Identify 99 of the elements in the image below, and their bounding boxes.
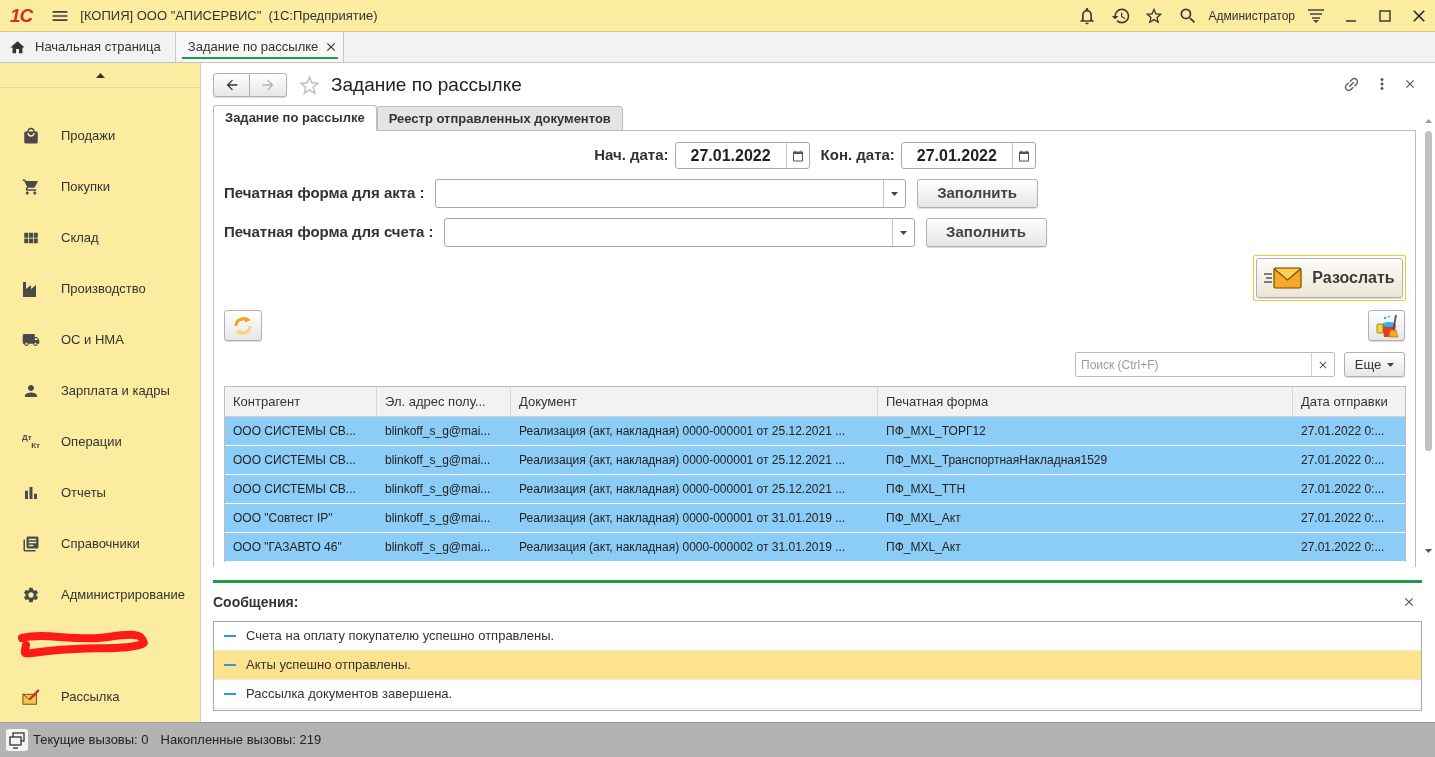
sidebar-item[interactable]: Производство [0, 263, 200, 314]
sidebar-item[interactable]: Справочники [0, 518, 200, 569]
send-button[interactable]: Разослать [1253, 255, 1406, 301]
table-cell-text: ООО "Совтест IP" [232, 510, 334, 527]
caret-icon [1387, 362, 1395, 367]
table-cell-text: 27.01.2022 0:... [1300, 539, 1386, 556]
table-cell-text: ПФ_MXL_Акт [885, 539, 962, 556]
table-cell-text: Реализация (акт, накладная) 0000-000001 от 25.12.2021 ... [518, 452, 847, 469]
caret-icon [899, 230, 907, 235]
star-icon[interactable] [297, 73, 322, 98]
calendar-icon [791, 149, 804, 162]
table-row[interactable]: ООО "ГАЗАВТО 46" blinkoff_s_g@mai... Реализация (акт, накладная) 0000-000002 от 31.01.2019 ... ПФ_MXL_Акт 27.01.2022 0:... [225, 533, 1405, 562]
field-label: Печатная форма для акта : [224, 183, 425, 204]
sidebar-item[interactable]: Дт Кт Операции [0, 416, 200, 467]
table-cell-text: Реализация (акт, накладная) 0000-000001 от 25.12.2021 ... [518, 481, 847, 498]
message-text: Акты успешно отправлены. [246, 656, 411, 675]
table-cell-text: Реализация (акт, накладная) 0000-000001 от 31.01.2019 ... [518, 510, 847, 527]
caret-up-icon[interactable] [95, 72, 105, 78]
user-name[interactable]: Администратор [1208, 6, 1295, 25]
table-cell-text: 27.01.2022 0:... [1300, 510, 1386, 527]
dash-icon [224, 635, 236, 637]
window-title: [КОПИЯ] ООО "АПИСЕРВИС" (1С:Предприятие) [80, 6, 378, 25]
sidebar-item[interactable]: ОС и НМА [0, 314, 200, 365]
envelope-icon [1264, 266, 1303, 290]
table-cell-text: Реализация (акт, накладная) 0000-000002 от 31.01.2019 ... [518, 539, 847, 556]
table-cell-text: 27.01.2022 0:... [1300, 423, 1386, 440]
field-label: Печатная форма для счета : [224, 222, 434, 243]
column-header[interactable]: Документ [511, 387, 878, 416]
messages-title: Сообщения: [213, 592, 299, 612]
close-icon[interactable] [1403, 77, 1417, 91]
fill-button[interactable]: Заполнить [916, 179, 1038, 208]
sidebar-item[interactable]: Покупки [0, 161, 200, 212]
form-tab[interactable]: Реестр отправленных документов [376, 106, 623, 131]
table-cell-text: ООО "ГАЗАВТО 46" [232, 539, 343, 556]
sidebar-item[interactable]: Отчеты [0, 467, 200, 518]
table-row[interactable]: ООО СИСТЕМЫ СВ... blinkoff_s_g@mai... Реализация (акт, накладная) 0000-000001 от 25.12.2021 ... ПФ_MXL_ТТН 27.01.2022 0:... [225, 475, 1405, 504]
dash-icon [224, 693, 236, 695]
form-tab[interactable]: Задание по рассылке [213, 105, 377, 131]
table-cell-text: 27.01.2022 0:... [1300, 481, 1386, 498]
column-header[interactable]: Эл. адрес полу... [377, 387, 511, 416]
table-cell-text: blinkoff_s_g@mai... [384, 510, 492, 527]
table-cell-text: Реализация (акт, накладная) 0000-000001 от 25.12.2021 ... [518, 423, 847, 440]
column-header[interactable]: Дата отправки [1293, 387, 1405, 416]
home-icon [9, 38, 26, 56]
debit-credit-icon: Дт Кт [22, 433, 40, 450]
field-label: Нач. дата: [594, 145, 669, 166]
close-icon[interactable] [1402, 595, 1416, 609]
open-tab[interactable]: Задание по рассылке [175, 32, 345, 62]
filter-menu-icon[interactable] [1307, 7, 1325, 24]
field-label: Кон. дата: [820, 145, 895, 166]
calendar-icon [1017, 149, 1030, 162]
documents-icon [22, 534, 40, 553]
table-cell-text: ПФ_MXL_ТранспортнаяНакладная1529 [885, 452, 1109, 469]
windows-icon[interactable] [6, 729, 28, 751]
status-text: Текущие вызовы: 0 [33, 731, 149, 750]
table-cell-text: blinkoff_s_g@mai... [384, 539, 492, 556]
cart-icon [22, 177, 40, 196]
caret-icon [890, 191, 898, 196]
message-row[interactable]: Акты успешно отправлены. [214, 651, 1421, 680]
table-cell-text: ПФ_MXL_Акт [885, 510, 962, 527]
table-row[interactable]: ООО "Совтест IP" blinkoff_s_g@mai... Реализация (акт, накладная) 0000-000001 от 31.01.2019 ... ПФ_MXL_Акт 27.01.2022 0:... [225, 504, 1405, 533]
status-text: Накопленные вызовы: 219 [160, 731, 322, 750]
arrow-right-icon [260, 77, 276, 93]
message-text: Счета на оплату покупателю успешно отправлены. [246, 627, 555, 646]
column-header[interactable]: Печатная форма [878, 387, 1293, 416]
sidebar-item[interactable]: Рассылка [0, 671, 200, 722]
table-row[interactable]: ООО СИСТЕМЫ СВ... blinkoff_s_g@mai... Реализация (акт, накладная) 0000-000001 от 25.12.2021 ... ПФ_MXL_ТранспортнаяНакладная1529 27.01.2022 0:... [225, 446, 1405, 475]
table-cell-text: ООО СИСТЕМЫ СВ... [232, 481, 357, 498]
table-cell-text: ПФ_MXL_ТОРГ12 [885, 423, 987, 440]
sidebar-item[interactable]: Зарплата и кадры [0, 365, 200, 416]
cleanup-button[interactable] [1368, 310, 1405, 341]
fill-button[interactable]: Заполнить [925, 218, 1047, 247]
table-cell-text: 27.01.2022 0:... [1300, 452, 1386, 469]
sidebar-item[interactable]: Склад [0, 212, 200, 263]
sidebar-item[interactable]: Продажи [0, 110, 200, 161]
maximize-icon[interactable] [1379, 9, 1391, 22]
date-field[interactable]: 27.01.2022 [900, 142, 1036, 169]
more-button[interactable]: Еще [1344, 352, 1405, 377]
sidebar-item[interactable]: Администрирование [0, 569, 200, 620]
dropdown-field[interactable] [443, 218, 915, 247]
form-title: Задание по рассылке [331, 73, 522, 97]
gear-icon [22, 585, 40, 604]
table-cell-text: ПФ_MXL_ТТН [885, 481, 967, 498]
table-cell-text: ООО СИСТЕМЫ СВ... [232, 452, 357, 469]
table-cell-text: blinkoff_s_g@mai... [384, 423, 492, 440]
back-button[interactable] [213, 73, 250, 97]
envelope-pencil-icon [22, 687, 40, 706]
table-cell-text: ООО СИСТЕМЫ СВ... [232, 423, 357, 440]
dash-icon [224, 664, 236, 666]
table-cell-text: blinkoff_s_g@mai... [384, 481, 492, 498]
column-header[interactable]: Контрагент [225, 387, 377, 416]
message-text: Рассылка документов завершена. [246, 685, 453, 704]
date-field[interactable]: 27.01.2022 [674, 142, 810, 169]
bag-icon [22, 126, 40, 145]
table-row[interactable]: ООО СИСТЕМЫ СВ... blinkoff_s_g@mai... Реализация (акт, накладная) 0000-000001 от 25.12.2021 ... ПФ_MXL_ТОРГ12 27.01.2022 0:... [225, 417, 1405, 446]
dropdown-field[interactable] [434, 179, 906, 208]
app-logo: 1С [10, 6, 33, 25]
table-cell-text: blinkoff_s_g@mai... [384, 452, 492, 469]
bucket-broom-icon [1374, 313, 1399, 338]
